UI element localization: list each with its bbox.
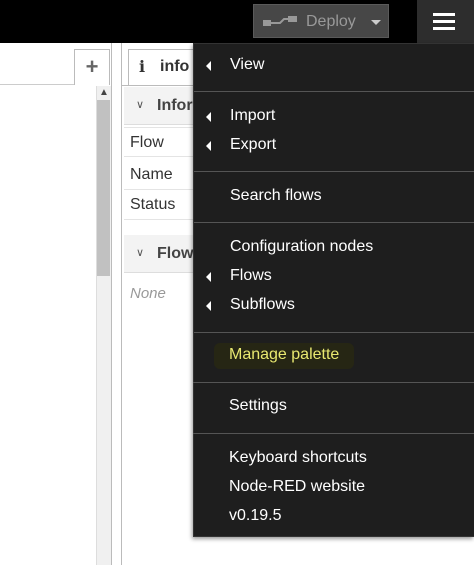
menu-divider [193,382,474,383]
flows-empty-text: None [130,285,166,302]
menu-item-label: Node-RED website [229,478,366,495]
version-label: v0.19.5 [229,507,282,524]
workspace-canvas[interactable] [0,86,96,565]
sidebar-separator[interactable] [111,43,122,565]
deploy-button[interactable]: Deploy [253,4,389,38]
chevron-down-icon: ∨ [136,99,145,111]
hamburger-icon [433,13,455,16]
deploy-label: Deploy [306,13,356,30]
chevron-down-icon: ∨ [136,247,145,259]
property-label: Flow [130,134,164,151]
tab-info-label: info [160,58,190,75]
menu-divider [193,433,474,434]
menu-item-settings[interactable]: Settings [193,392,474,421]
property-label: Status [130,196,176,213]
property-label: Name [130,166,173,183]
menu-item-label: Settings [229,397,287,414]
menu-item-node-red-website[interactable]: Node-RED website [193,473,474,502]
chevron-down-icon[interactable] [371,20,381,25]
menu-item-manage-palette[interactable]: Manage palette [193,341,474,370]
header-bar: Deploy [0,0,474,43]
scrollbar-thumb[interactable] [97,100,110,276]
menu-item-label: Manage palette [229,346,340,363]
hamburger-icon [433,27,455,30]
main-menu-button[interactable] [417,0,474,43]
info-icon: i [139,57,146,76]
menu-item-keyboard-shortcuts[interactable]: Keyboard shortcuts [193,444,474,473]
menu-item-label: Keyboard shortcuts [229,449,367,466]
add-flow-button[interactable]: + [74,49,110,85]
main-menu-dropdown-lower: Manage palette Settings Keyboard shortcu… [193,43,474,537]
menu-item-version: v0.19.5 [193,502,474,531]
hamburger-icon [433,20,455,23]
section-flows-title: Flow [157,245,194,262]
deploy-icon [263,16,297,26]
scroll-up-icon[interactable]: ▲ [98,86,110,98]
